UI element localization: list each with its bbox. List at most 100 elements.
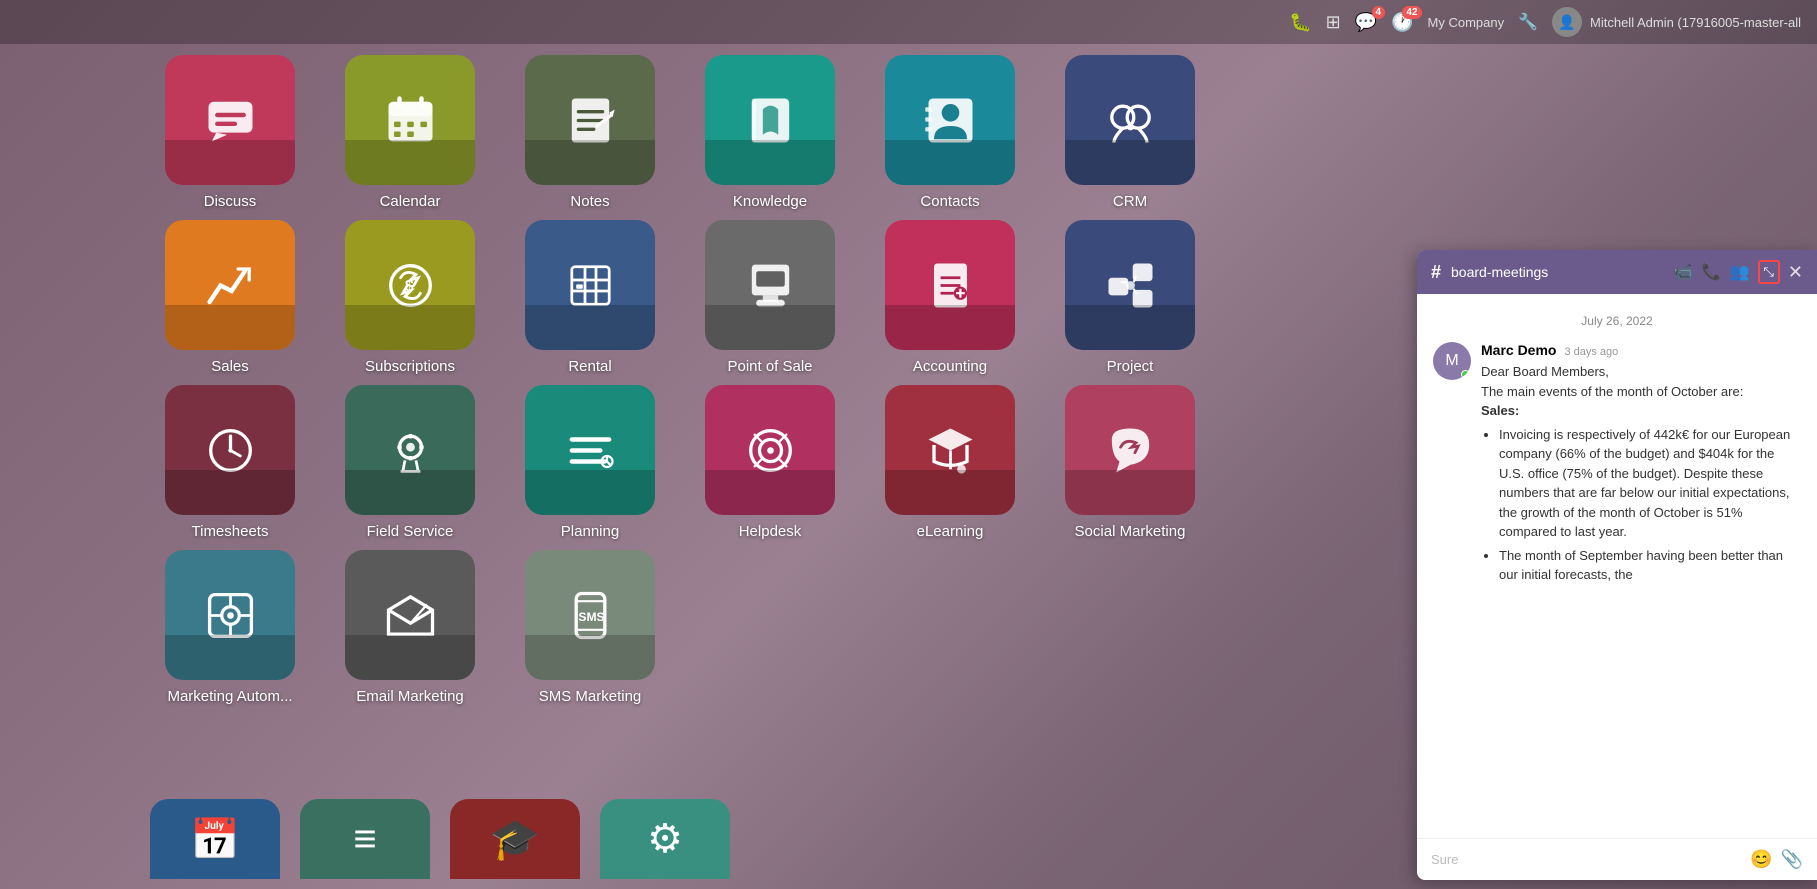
video-call-icon[interactable]: 📹 <box>1674 262 1694 282</box>
app-icon-elearning <box>885 385 1015 515</box>
app-icon-crm <box>1065 55 1195 185</box>
company-name[interactable]: My Company <box>1428 15 1505 30</box>
bottom-icon-1: ≡ <box>300 799 430 879</box>
online-indicator <box>1461 370 1470 379</box>
message-content: Marc Demo 3 days ago Dear Board Members,… <box>1481 342 1801 589</box>
app-item-discuss[interactable]: Discuss <box>150 55 310 210</box>
app-item-timesheets[interactable]: Timesheets <box>150 385 310 540</box>
app-label-fieldservice: Field Service <box>367 523 454 540</box>
app-item-sales[interactable]: Sales <box>150 220 310 375</box>
user-menu[interactable]: 👤 Mitchell Admin (17916005-master-all <box>1552 7 1801 37</box>
app-icon-pos <box>705 220 835 350</box>
app-icon-timesheets <box>165 385 295 515</box>
app-label-discuss: Discuss <box>204 193 257 210</box>
app-label-elearning: eLearning <box>917 523 984 540</box>
chat-header-actions: 📹 📞 👥 ⤡ ✕ <box>1674 260 1803 284</box>
app-icon-emailmarketing <box>345 550 475 680</box>
message-author: Marc Demo <box>1481 342 1556 358</box>
app-item-project[interactable]: Project <box>1050 220 1210 375</box>
bug-icon[interactable]: 🐛 <box>1289 12 1311 33</box>
app-label-notes: Notes <box>570 193 609 210</box>
app-item-marketingauto[interactable]: Marketing Autom... <box>150 550 310 705</box>
chat-badge: 4 <box>1372 6 1386 19</box>
bottom-app-row: 📅≡🎓⚙ <box>150 799 730 879</box>
bottom-app-1[interactable]: ≡ <box>300 799 430 879</box>
top-navigation: 🐛 ⊞ 💬 4 🕐 42 My Company 🔧 👤 Mitchell Adm… <box>0 0 1817 44</box>
bottom-app-0[interactable]: 📅 <box>150 799 280 879</box>
phone-icon[interactable]: 📞 <box>1702 262 1722 282</box>
app-icon-subscriptions: $ <box>345 220 475 350</box>
app-icon-rental <box>525 220 655 350</box>
app-icon-discuss <box>165 55 295 185</box>
message-avatar: M <box>1433 342 1471 380</box>
close-button[interactable]: ✕ <box>1788 262 1803 283</box>
app-item-elearning[interactable]: eLearning <box>870 385 1030 540</box>
chat-message: M Marc Demo 3 days ago Dear Board Member… <box>1433 342 1801 589</box>
bottom-app-2[interactable]: 🎓 <box>450 799 580 879</box>
app-label-planning: Planning <box>561 523 619 540</box>
bottom-icon-3: ⚙ <box>600 799 730 879</box>
chat-header: # board-meetings 📹 📞 👥 ⤡ ✕ <box>1417 250 1817 294</box>
app-icon-smsmarketing: SMS <box>525 550 655 680</box>
app-label-rental: Rental <box>568 358 611 375</box>
app-item-socialmarketing[interactable]: Social Marketing <box>1050 385 1210 540</box>
app-label-project: Project <box>1107 358 1154 375</box>
app-item-rental[interactable]: Rental <box>510 220 670 375</box>
app-label-marketingauto: Marketing Autom... <box>167 688 292 705</box>
app-icon-marketingauto <box>165 550 295 680</box>
date-divider: July 26, 2022 <box>1433 314 1801 328</box>
expand-button[interactable]: ⤡ <box>1758 260 1780 284</box>
app-item-crm[interactable]: CRM <box>1050 55 1210 210</box>
app-item-emailmarketing[interactable]: Email Marketing <box>330 550 490 705</box>
app-item-helpdesk[interactable]: Helpdesk <box>690 385 850 540</box>
chat-input[interactable] <box>1431 852 1742 867</box>
app-icon-fieldservice <box>345 385 475 515</box>
app-grid: Discuss Calendar Notes Knowledge Contacts CRM… <box>150 55 1210 705</box>
chat-input-area: 😊 📎 <box>1417 838 1817 880</box>
app-item-knowledge[interactable]: Knowledge <box>690 55 850 210</box>
app-label-timesheets: Timesheets <box>192 523 269 540</box>
app-item-accounting[interactable]: Accounting <box>870 220 1030 375</box>
app-item-subscriptions[interactable]: $Subscriptions <box>330 220 490 375</box>
channel-name: board-meetings <box>1451 264 1664 280</box>
emoji-button[interactable]: 😊 <box>1750 849 1772 870</box>
clock-icon[interactable]: 🕐 42 <box>1391 12 1413 33</box>
svg-text:$: $ <box>405 278 414 295</box>
app-item-notes[interactable]: Notes <box>510 55 670 210</box>
members-icon[interactable]: 👥 <box>1730 262 1750 282</box>
app-item-pos[interactable]: Point of Sale <box>690 220 850 375</box>
grid-icon[interactable]: ⊞ <box>1326 12 1341 33</box>
app-icon-knowledge <box>705 55 835 185</box>
bottom-app-3[interactable]: ⚙ <box>600 799 730 879</box>
app-label-smsmarketing: SMS Marketing <box>539 688 642 705</box>
message-header: Marc Demo 3 days ago <box>1481 342 1801 358</box>
wrench-icon[interactable]: 🔧 <box>1518 12 1538 32</box>
app-label-helpdesk: Helpdesk <box>739 523 802 540</box>
app-label-socialmarketing: Social Marketing <box>1075 523 1186 540</box>
app-item-planning[interactable]: Planning <box>510 385 670 540</box>
app-icon-calendar <box>345 55 475 185</box>
app-item-calendar[interactable]: Calendar <box>330 55 490 210</box>
app-label-contacts: Contacts <box>920 193 979 210</box>
attachment-button[interactable]: 📎 <box>1781 849 1803 870</box>
user-name: Mitchell Admin (17916005-master-all <box>1590 15 1801 30</box>
app-label-pos: Point of Sale <box>727 358 812 375</box>
chat-panel: # board-meetings 📹 📞 👥 ⤡ ✕ July 26, 2022… <box>1417 250 1817 880</box>
app-item-smsmarketing[interactable]: SMS SMS Marketing <box>510 550 670 705</box>
chat-body: July 26, 2022 M Marc Demo 3 days ago Dea… <box>1417 294 1817 838</box>
channel-hash-icon: # <box>1431 262 1441 283</box>
chat-icon[interactable]: 💬 4 <box>1355 12 1377 33</box>
app-icon-project <box>1065 220 1195 350</box>
user-avatar: 👤 <box>1552 7 1582 37</box>
clock-badge: 42 <box>1402 6 1421 19</box>
app-item-contacts[interactable]: Contacts <box>870 55 1030 210</box>
app-label-calendar: Calendar <box>380 193 441 210</box>
svg-text:SMS: SMS <box>578 610 604 624</box>
app-item-fieldservice[interactable]: Field Service <box>330 385 490 540</box>
app-icon-planning <box>525 385 655 515</box>
app-icon-helpdesk <box>705 385 835 515</box>
app-icon-contacts <box>885 55 1015 185</box>
bottom-icon-0: 📅 <box>150 799 280 879</box>
app-label-emailmarketing: Email Marketing <box>356 688 464 705</box>
app-icon-accounting <box>885 220 1015 350</box>
